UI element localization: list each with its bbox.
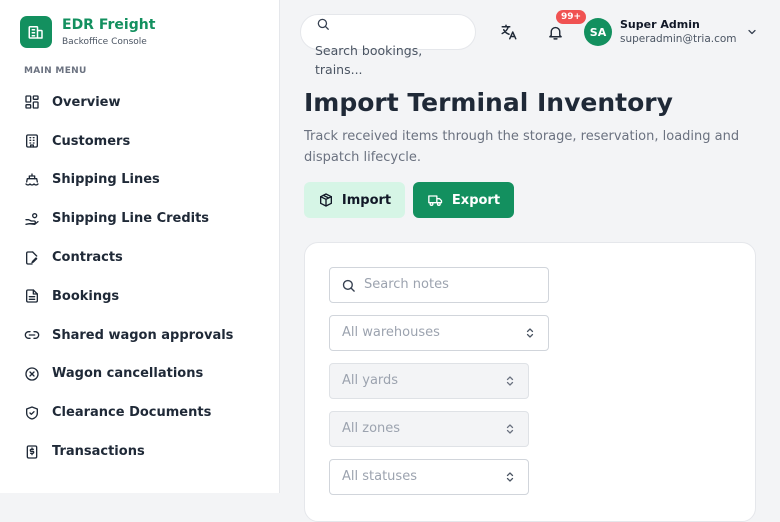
- sidebar-item-wagon-cancellations[interactable]: Wagon cancellations: [24, 355, 233, 394]
- brand-subtitle: Backoffice Console: [62, 37, 147, 47]
- link-icon: [24, 331, 40, 340]
- import-button[interactable]: Import: [304, 182, 405, 218]
- chevron-up-down-icon: [506, 376, 514, 386]
- translate-button[interactable]: [499, 22, 519, 42]
- zone-select-value: All zones: [342, 421, 401, 436]
- brand-title: EDR Freight: [62, 17, 156, 33]
- export-button[interactable]: Export: [413, 182, 514, 218]
- avatar[interactable]: SA: [584, 18, 612, 46]
- sidebar-item-label: Overview: [52, 94, 121, 110]
- file-text-icon: [26, 289, 38, 304]
- sidebar-item-shipping-line-credits[interactable]: Shipping Line Credits: [24, 199, 233, 238]
- status-select-value: All statuses: [342, 469, 417, 484]
- hand-coins-icon: [25, 212, 39, 225]
- file-edit-icon: [26, 250, 38, 265]
- sidebar-item-shipping-lines[interactable]: Shipping Lines: [24, 161, 233, 200]
- chevron-down-icon[interactable]: [746, 26, 758, 38]
- warehouse-select[interactable]: All warehouses: [329, 315, 549, 351]
- chevron-up-down-icon: [506, 424, 514, 434]
- sidebar-item-label: Customers: [52, 133, 131, 149]
- grid-icon: [25, 95, 39, 110]
- yard-select[interactable]: All yards: [329, 363, 529, 399]
- export-button-label: Export: [451, 192, 501, 208]
- shield-check-icon: [26, 406, 38, 420]
- sidebar-item-label: Wagon cancellations: [52, 366, 204, 382]
- sidebar-item-customers[interactable]: Customers: [24, 122, 233, 161]
- main-menu: Overview Customers Shipping Lines Shippi…: [24, 83, 233, 471]
- receipt-dollar-icon: [26, 444, 38, 459]
- sidebar-item-label: Clearance Documents: [52, 405, 212, 421]
- yard-select-value: All yards: [342, 373, 399, 388]
- menu-section-label: MAIN MENU: [24, 66, 87, 76]
- user-name: Super Admin: [620, 18, 700, 31]
- building-icon: [26, 134, 38, 148]
- building-logo-icon: [20, 16, 52, 48]
- global-search[interactable]: Search bookings, trains...: [300, 14, 476, 77]
- package-icon: [319, 193, 332, 207]
- ship-icon: [25, 173, 39, 186]
- search-notes-placeholder: Search notes: [364, 277, 449, 292]
- chevron-up-down-icon: [526, 328, 534, 338]
- translate-icon: [501, 24, 517, 40]
- sidebar-item-shared-wagon-approvals[interactable]: Shared wagon approvals: [24, 316, 233, 355]
- chevron-up-down-icon: [506, 472, 514, 482]
- zone-select[interactable]: All zones: [329, 411, 529, 447]
- search-icon: [317, 18, 329, 30]
- sidebar-item-clearance-documents[interactable]: Clearance Documents: [24, 393, 233, 432]
- import-button-label: Import: [341, 192, 392, 208]
- warehouse-select-value: All warehouses: [342, 325, 440, 340]
- search-icon: [342, 279, 355, 292]
- circle-x-icon: [25, 367, 39, 381]
- sidebar-item-overview[interactable]: Overview: [24, 83, 233, 122]
- sidebar-item-transactions[interactable]: Transactions: [24, 432, 233, 471]
- sidebar-item-label: Shipping Lines: [52, 172, 160, 188]
- search-notes-input[interactable]: Search notes: [329, 267, 549, 303]
- notifications-button[interactable]: [545, 22, 565, 42]
- search-input[interactable]: Search bookings, trains...: [315, 41, 465, 79]
- truck-icon: [428, 195, 443, 206]
- sidebar-item-label: Shared wagon approvals: [52, 327, 234, 343]
- page-title: Import Terminal Inventory: [304, 88, 673, 117]
- sidebar-item-label: Contracts: [52, 250, 123, 266]
- bell-icon: [548, 26, 562, 40]
- sidebar-item-label: Transactions: [52, 444, 145, 460]
- filters-card: Search notes All warehouses All yards Al…: [304, 242, 756, 522]
- page-subtitle: Track received items through the storage…: [304, 129, 740, 165]
- sidebar: EDR Freight Backoffice Console MAIN MENU…: [0, 0, 280, 493]
- sidebar-item-contracts[interactable]: Contracts: [24, 238, 233, 277]
- user-email: superadmin@tria.com: [620, 33, 737, 45]
- brand[interactable]: EDR Freight Backoffice Console: [20, 16, 155, 48]
- sidebar-item-label: Shipping Line Credits: [52, 211, 210, 227]
- sidebar-item-bookings[interactable]: Bookings: [24, 277, 233, 316]
- main-content: Search bookings, trains... 99+ SA Super …: [280, 0, 780, 522]
- sidebar-item-label: Bookings: [52, 288, 120, 304]
- notification-badge: 99+: [556, 10, 587, 24]
- status-select[interactable]: All statuses: [329, 459, 529, 495]
